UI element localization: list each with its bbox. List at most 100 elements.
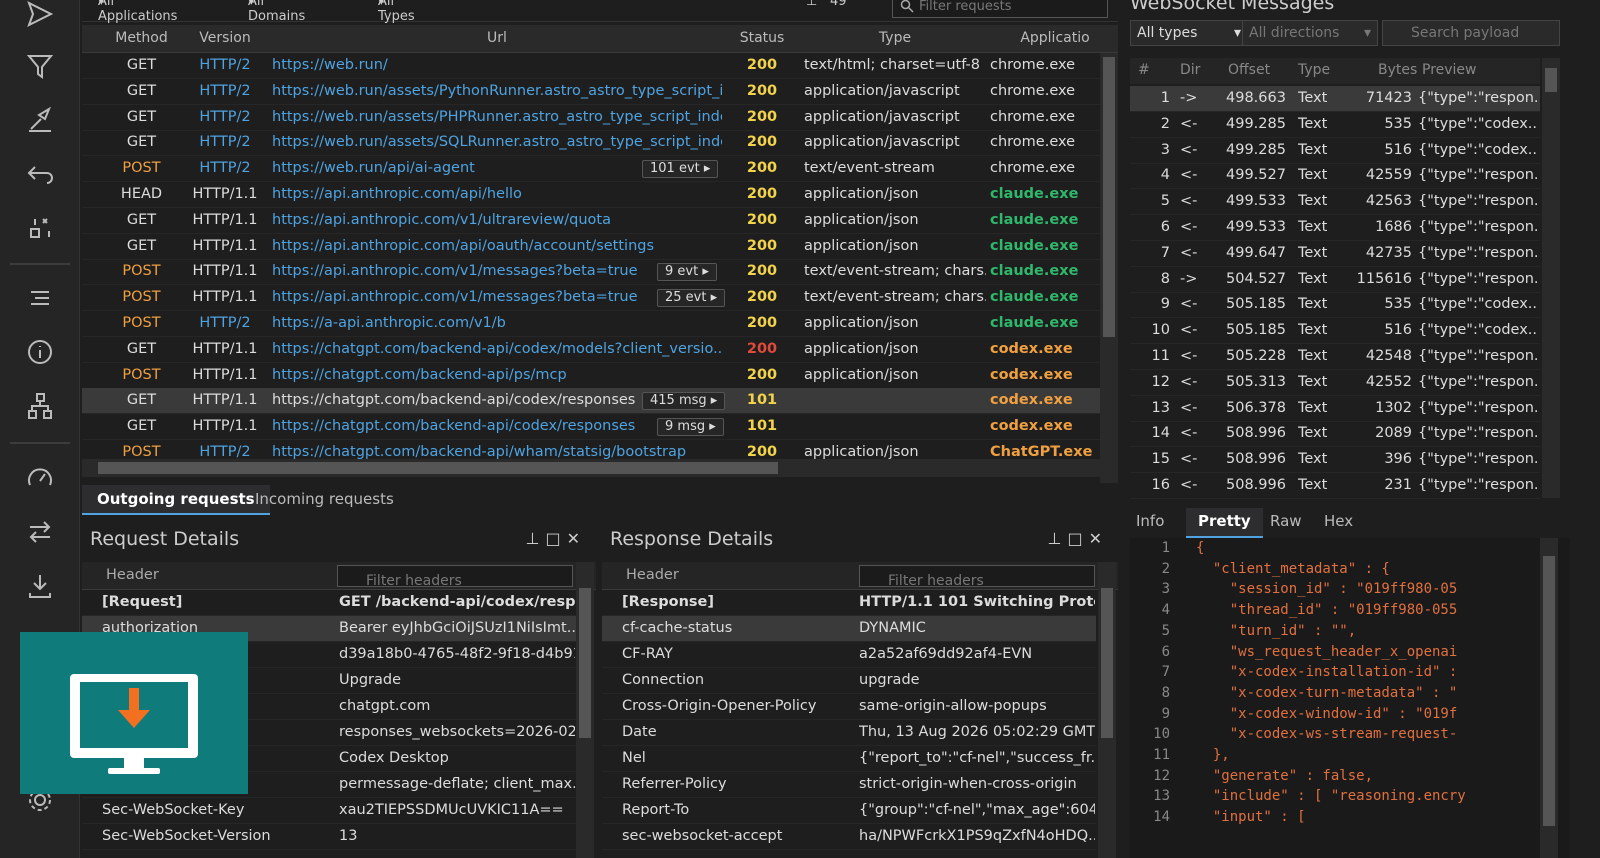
header-row[interactable]: CF-RAY a2a52af69dd92af4-EVN xyxy=(602,642,1096,668)
url[interactable]: https://api.anthropic.com/api/hello xyxy=(272,186,722,202)
ws-message-row[interactable]: 12 <- 505.313 Text 42552 {"type":"respon... xyxy=(1130,370,1540,396)
filter-headers-input[interactable]: Filter headers xyxy=(337,565,573,589)
event-count-badge[interactable]: 101 evt ▸ xyxy=(642,160,719,179)
ws-message-row[interactable]: 2 <- 499.285 Text 535 {"type":"codex... xyxy=(1130,112,1540,138)
table-row[interactable]: GET HTTP/2 https://web.run/assets/PHPRunne… xyxy=(82,105,1118,131)
ws-message-row[interactable]: 1 -> 498.663 Text 71423 {"type":"respon... xyxy=(1130,86,1540,112)
ws-message-row[interactable]: 16 <- 508.996 Text 231 {"type":"respon... xyxy=(1130,473,1540,499)
table-row[interactable]: GET HTTP/1.1 https://chatgpt.com/backend-a… xyxy=(82,337,1118,363)
ws-message-row[interactable]: 6 <- 499.533 Text 1686 {"type":"respon... xyxy=(1130,215,1540,241)
event-count-badge[interactable]: 9 msg ▸ xyxy=(657,418,724,437)
col-status[interactable]: Status xyxy=(722,30,802,46)
info-icon[interactable] xyxy=(18,330,62,374)
tab-info[interactable]: Info xyxy=(1136,512,1164,530)
panel-tools[interactable]: ⊥□✕ xyxy=(526,529,586,548)
url[interactable]: https://chatgpt.com/backend-api/codex/mo… xyxy=(272,341,722,357)
breakpoint-icon[interactable] xyxy=(18,206,62,250)
tab-incoming[interactable]: Incoming requests xyxy=(240,485,409,515)
header-row[interactable]: Referrer-Policy strict-origin-when-cross-… xyxy=(602,772,1096,798)
table-row[interactable]: POST HTTP/1.1 https://chatgpt.com/backend-… xyxy=(82,363,1118,389)
ws-message-row[interactable]: 3 <- 499.285 Text 516 {"type":"codex... xyxy=(1130,138,1540,164)
table-row[interactable]: GET HTTP/2 https://web.run/assets/PythonRu… xyxy=(82,79,1118,105)
ws-message-row[interactable]: 14 <- 508.996 Text 2089 {"type":"respon... xyxy=(1130,421,1540,448)
table-row[interactable]: POST HTTP/2 https://web.run/api/ai-agent 10… xyxy=(82,156,1118,183)
download-icon[interactable] xyxy=(18,564,62,608)
url[interactable]: https://api.anthropic.com/v1/messages?be… xyxy=(272,289,722,305)
col-method[interactable]: Method xyxy=(104,30,179,46)
types-filter[interactable]: All Types ▾ xyxy=(378,0,415,24)
url[interactable]: https://web.run/assets/SQLRunner.astro_a… xyxy=(272,134,722,150)
url[interactable]: https://chatgpt.com/backend-api/codex/re… xyxy=(272,418,722,434)
table-row[interactable]: GET HTTP/2 https://web.run/assets/SQLRunne… xyxy=(82,130,1118,157)
filter-requests-input[interactable]: Filter requests xyxy=(892,0,1108,18)
table-row[interactable]: POST HTTP/1.1 https://api.anthropic.com/v1… xyxy=(82,259,1118,286)
ws-message-row[interactable]: 4 <- 499.527 Text 42559 {"type":"respon... xyxy=(1130,163,1540,190)
ws-message-row[interactable]: 15 <- 508.996 Text 396 {"type":"respon... xyxy=(1130,447,1540,474)
header-row[interactable]: Nel {"report_to":"cf-nel","success_fr... xyxy=(602,746,1096,772)
header-row[interactable]: Cross-Origin-Opener-Policy same-origin-al… xyxy=(602,694,1096,720)
horizontal-scrollbar[interactable] xyxy=(82,459,1100,477)
header-row[interactable]: Sec-WebSocket-Version 13 xyxy=(82,824,576,850)
url[interactable]: https://api.anthropic.com/v1/messages?be… xyxy=(272,263,722,279)
ws-message-row[interactable]: 8 -> 504.527 Text 115616 {"type":"respon... xyxy=(1130,267,1540,293)
tab-pretty[interactable]: Pretty xyxy=(1186,508,1263,538)
download-app-overlay[interactable] xyxy=(20,632,248,794)
header-row[interactable]: sec-websocket-accept ha/NPWFcrkX1PS9qZxfN… xyxy=(602,824,1096,850)
header-row[interactable]: [Request] GET /backend-api/codex/resp... xyxy=(82,590,576,616)
tab-hex[interactable]: Hex xyxy=(1324,512,1353,530)
url[interactable]: https://api.anthropic.com/api/oauth/acco… xyxy=(272,238,722,254)
types-dropdown[interactable]: All types ▾ xyxy=(1130,20,1248,46)
table-row[interactable]: POST HTTP/1.1 https://api.anthropic.com/v1… xyxy=(82,285,1118,312)
list-icon[interactable] xyxy=(18,276,62,320)
header-row[interactable]: Report-To {"group":"cf-nel","max_age":604… xyxy=(602,798,1096,824)
table-row[interactable]: GET HTTP/2 https://web.run/200 text/html; c… xyxy=(82,53,1118,79)
pin-icon[interactable]: ⊥ xyxy=(806,0,817,9)
url[interactable]: https://web.run/assets/PHPRunner.astro_a… xyxy=(272,109,722,125)
col-type[interactable]: Type xyxy=(804,30,986,46)
url[interactable]: https://a-api.anthropic.com/v1/b xyxy=(272,315,722,331)
table-row[interactable]: GET HTTP/1.1 https://api.anthropic.com/api… xyxy=(82,234,1118,260)
undo-icon[interactable] xyxy=(18,152,62,196)
ws-message-row[interactable]: 5 <- 499.533 Text 42563 {"type":"respon... xyxy=(1130,189,1540,216)
ws-message-row[interactable]: 7 <- 499.647 Text 42735 {"type":"respon... xyxy=(1130,241,1540,267)
event-count-badge[interactable]: 25 evt ▸ xyxy=(657,289,726,308)
vertical-scrollbar[interactable] xyxy=(1542,58,1560,498)
vertical-scrollbar[interactable] xyxy=(1100,53,1118,483)
header-row[interactable]: Connection upgrade xyxy=(602,668,1096,694)
network-icon[interactable] xyxy=(18,384,62,428)
table-row[interactable]: GET HTTP/1.1 https://chatgpt.com/backend-a… xyxy=(82,414,1118,441)
vertical-scrollbar[interactable] xyxy=(1540,538,1558,858)
table-row[interactable]: GET HTTP/1.1 https://chatgpt.com/backend-a… xyxy=(82,388,1118,415)
send-icon[interactable] xyxy=(18,0,62,36)
col-application[interactable]: Applicatio xyxy=(990,30,1120,46)
header-row[interactable]: cf-cache-status DYNAMIC xyxy=(602,616,1096,642)
panel-tools[interactable]: ⊥□✕ xyxy=(1048,529,1108,548)
table-row[interactable]: GET HTTP/1.1 https://api.anthropic.com/v1/… xyxy=(82,208,1118,234)
search-payload-input[interactable]: Search payload xyxy=(1382,20,1560,46)
url[interactable]: https://chatgpt.com/backend-api/wham/sta… xyxy=(272,444,722,460)
ws-message-row[interactable]: 13 <- 506.378 Text 1302 {"type":"respon... xyxy=(1130,396,1540,422)
event-count-badge[interactable]: 415 msg ▸ xyxy=(642,392,726,411)
col-version[interactable]: Version xyxy=(180,30,270,46)
header-row[interactable]: Date Thu, 13 Aug 2026 05:02:29 GMT xyxy=(602,720,1096,746)
ws-message-row[interactable]: 11 <- 505.228 Text 42548 {"type":"respon... xyxy=(1130,344,1540,370)
url[interactable]: https://chatgpt.com/backend-api/ps/mcp xyxy=(272,367,722,383)
ws-message-row[interactable]: 9 <- 505.185 Text 535 {"type":"codex... xyxy=(1130,292,1540,319)
filter-headers-input[interactable]: Filter headers xyxy=(859,565,1095,589)
table-row[interactable]: HEAD HTTP/1.1 https://api.anthropic.com/ap… xyxy=(82,182,1118,208)
table-row[interactable]: POST HTTP/2 https://a-api.anthropic.com/v1… xyxy=(82,311,1118,337)
brush-icon[interactable] xyxy=(18,98,62,142)
col-url[interactable]: Url xyxy=(272,30,722,46)
url[interactable]: https://api.anthropic.com/v1/ultrareview… xyxy=(272,212,722,228)
tab-raw[interactable]: Raw xyxy=(1270,512,1302,530)
domains-filter[interactable]: All Domains ▾ xyxy=(248,0,305,24)
url[interactable]: https://web.run/ xyxy=(272,57,722,73)
ws-message-row[interactable]: 10 <- 505.185 Text 516 {"type":"codex... xyxy=(1130,318,1540,345)
vertical-scrollbar[interactable] xyxy=(576,562,594,858)
event-count-badge[interactable]: 9 evt ▸ xyxy=(657,263,717,282)
url[interactable]: https://web.run/assets/PythonRunner.astr… xyxy=(272,83,722,99)
filter-icon[interactable] xyxy=(18,44,62,88)
header-row[interactable]: [Response] HTTP/1.1 101 Switching Proto..… xyxy=(602,590,1096,616)
applications-filter[interactable]: All Applications ▾ xyxy=(98,0,177,24)
vertical-scrollbar[interactable] xyxy=(1098,562,1116,858)
